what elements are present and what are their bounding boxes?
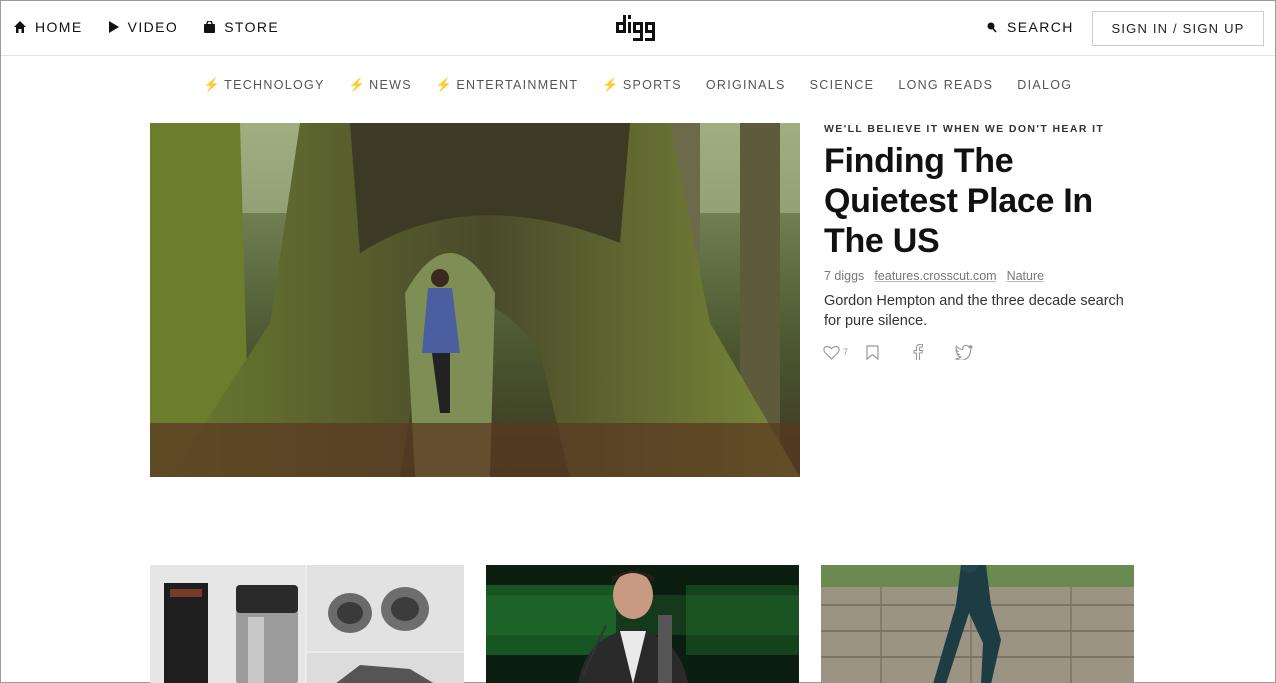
main-nav: HOME VIDEO STORE	[14, 19, 305, 35]
facebook-share-button[interactable]	[913, 344, 924, 360]
nav-home-label: HOME	[35, 19, 83, 35]
category-label: SPORTS	[622, 78, 682, 92]
nav-video[interactable]: VIDEO	[108, 19, 179, 35]
story-description: Gordon Hempton and the three decade sear…	[824, 293, 1124, 329]
story-card-image-2[interactable]	[486, 565, 799, 683]
signin-button[interactable]: SIGN IN / SIGN UP	[1092, 11, 1264, 46]
top-header: HOME VIDEO STORE SEARCH SIGN IN / SIGN U…	[1, 1, 1275, 56]
hero-image[interactable]	[150, 123, 800, 477]
runner-by-wall-photo	[821, 565, 1134, 683]
story-kicker: WE'LL BELIEVE IT WHEN WE DON'T HEAR IT	[824, 123, 1105, 135]
mugs-and-geodes-photo	[150, 565, 464, 683]
category-label: SCIENCE	[809, 78, 875, 92]
category-technology[interactable]: ⚡ TECHNOLOGY	[204, 77, 325, 93]
story-card-image-1[interactable]	[150, 565, 464, 683]
bag-icon	[204, 21, 216, 33]
facebook-icon	[913, 344, 924, 360]
twitter-share-button[interactable]	[955, 344, 973, 360]
play-icon	[108, 21, 119, 33]
search-icon	[987, 22, 997, 33]
category-news[interactable]: ⚡ NEWS	[349, 77, 412, 93]
save-button[interactable]	[866, 344, 879, 360]
digg-button[interactable]: 7	[823, 345, 848, 360]
category-label: ENTERTAINMENT	[456, 78, 579, 92]
source-link[interactable]: features.crosscut.com	[874, 269, 996, 283]
search-button[interactable]: SEARCH	[987, 19, 1074, 35]
category-originals[interactable]: ORIGINALS	[706, 77, 786, 93]
story-meta: 7 diggs features.crosscut.com Nature	[824, 269, 1054, 283]
category-label: LONG READS	[898, 78, 994, 92]
home-icon	[14, 21, 26, 33]
bolt-icon: ⚡	[435, 77, 454, 92]
bolt-icon: ⚡	[602, 77, 620, 92]
category-science[interactable]: SCIENCE	[810, 77, 875, 93]
nav-store[interactable]: STORE	[204, 19, 279, 35]
category-sports[interactable]: ⚡ SPORTS	[602, 77, 681, 93]
nav-video-label: VIDEO	[127, 19, 179, 35]
speaker-on-stage-photo	[486, 565, 799, 683]
bolt-icon: ⚡	[203, 77, 222, 92]
tag-link[interactable]: Nature	[1007, 269, 1045, 283]
like-count: 7	[843, 347, 849, 357]
category-label: NEWS	[369, 78, 412, 92]
digg-logo-mark	[616, 15, 655, 41]
category-long-reads[interactable]: LONG READS	[898, 77, 993, 93]
nav-home[interactable]: HOME	[14, 19, 83, 35]
category-label: ORIGINALS	[705, 78, 786, 92]
search-label: SEARCH	[1007, 19, 1074, 35]
category-dialog[interactable]: DIALOG	[1017, 77, 1072, 93]
category-label: TECHNOLOGY	[224, 78, 325, 92]
category-label: DIALOG	[1017, 78, 1073, 92]
twitter-icon	[955, 344, 973, 360]
heart-icon	[823, 345, 840, 360]
digg-logo[interactable]	[616, 14, 665, 47]
story-headline[interactable]: Finding The Quietest Place In The US	[824, 141, 1154, 261]
bolt-icon: ⚡	[348, 77, 367, 92]
story-actions: 7	[823, 344, 991, 360]
bookmark-icon	[866, 344, 879, 360]
story-card-image-3[interactable]	[821, 565, 1134, 683]
category-nav: ⚡ TECHNOLOGY ⚡ NEWS ⚡ ENTERTAINMENT ⚡ SPORTS…	[1, 77, 1275, 93]
nav-store-label: STORE	[224, 19, 280, 35]
forest-tree-photo	[150, 123, 800, 477]
digg-count: 7 diggs	[824, 269, 865, 283]
category-entertainment[interactable]: ⚡ ENTERTAINMENT	[436, 77, 579, 93]
